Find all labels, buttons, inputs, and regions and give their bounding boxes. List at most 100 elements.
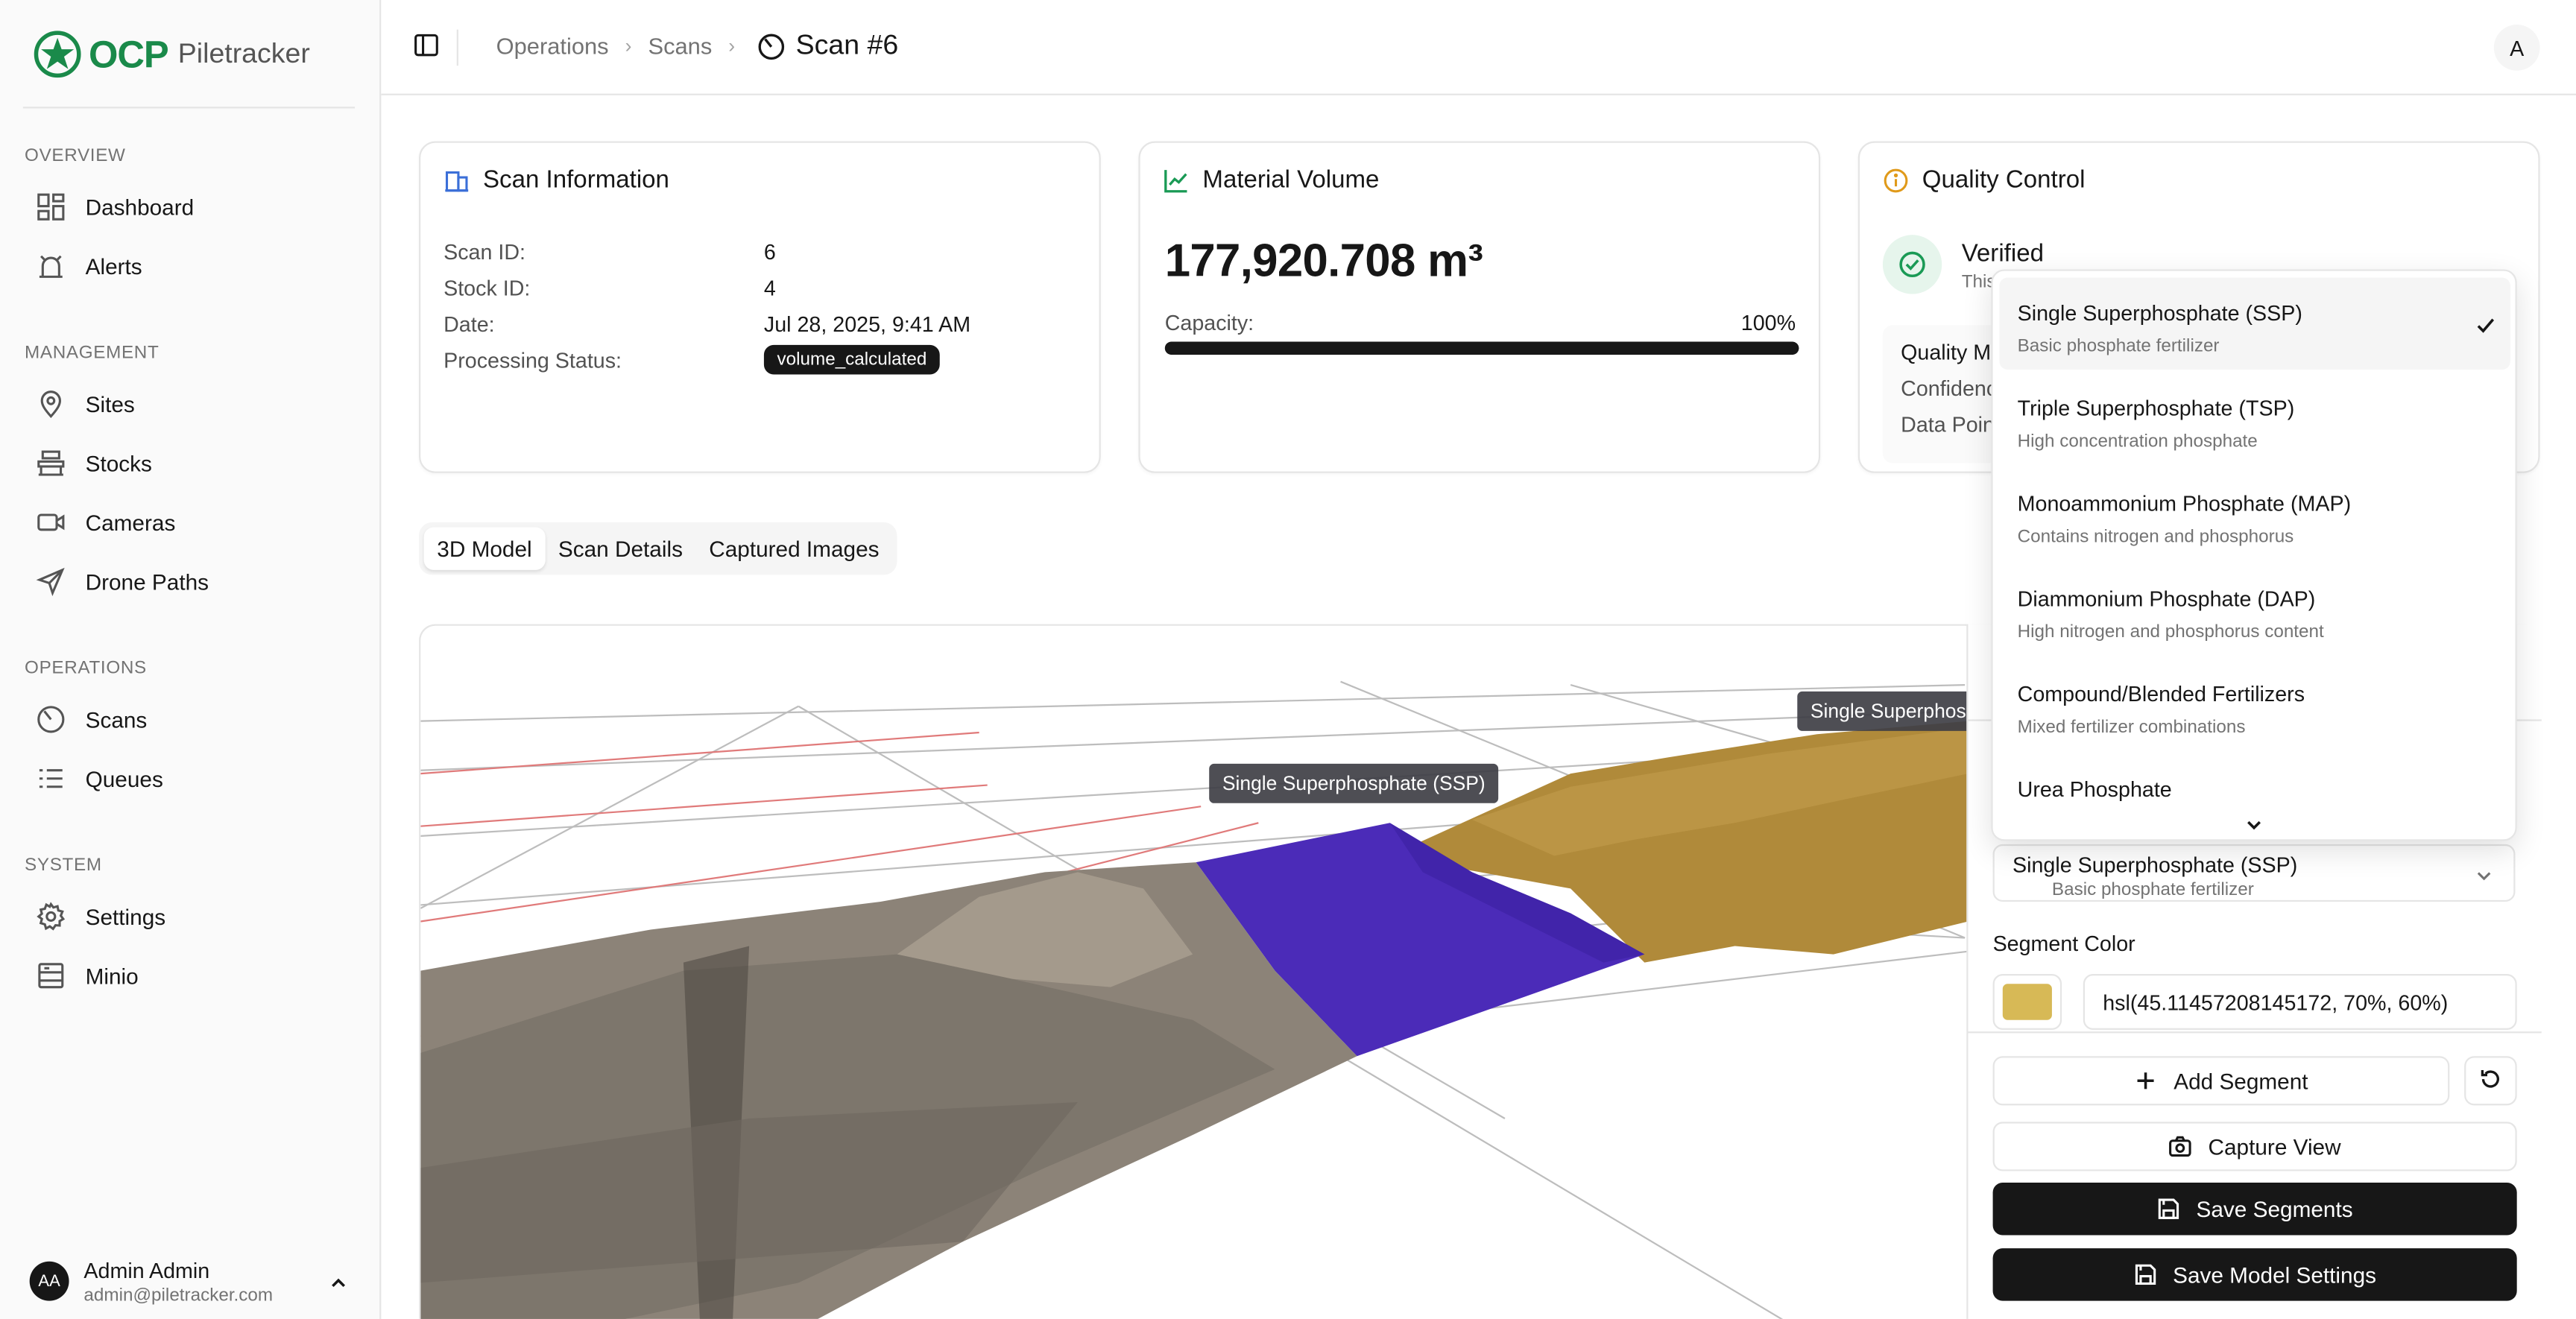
capacity-value: 100% [1740, 310, 1796, 335]
section-operations: OPERATIONS [25, 658, 147, 679]
color-swatch[interactable] [1992, 974, 2062, 1030]
add-segment-label: Add Segment [2174, 1068, 2308, 1093]
dropdown-option-dap[interactable]: Diammonium Phosphate (DAP) High nitrogen… [1999, 563, 2510, 655]
sidebar: OCP Piletracker OVERVIEW Dashboard Alert… [0, 0, 382, 1319]
segment-label-ssp: Single Superphosphate (SSP) [1209, 763, 1499, 803]
capacity-progress [1164, 341, 1799, 355]
tab-captured-images[interactable]: Captured Images [696, 528, 893, 570]
confidence-label: Confidenc [1901, 376, 1998, 401]
card-title: Scan Information [443, 166, 669, 194]
date-value: Jul 28, 2025, 9:41 AM [763, 311, 971, 337]
processing-status-label: Processing Status: [443, 348, 622, 373]
user-email: admin@piletracker.com [83, 1285, 274, 1306]
camera-icon [2169, 1135, 2192, 1158]
verified-status: Verified [1961, 239, 2045, 268]
scan-id-value: 6 [763, 239, 776, 265]
material-select-value: Single Superphosphate (SSP) [2012, 852, 2298, 877]
chevron-right-icon: › [728, 34, 736, 58]
segment-label-ssp-2: Single Superphosp [1797, 691, 1991, 731]
section-overview: OVERVIEW [25, 146, 126, 166]
sidebar-item-sites[interactable]: Sites [23, 378, 359, 431]
color-swatch-fill [2002, 984, 2052, 1020]
capture-view-button[interactable]: Capture View [1992, 1122, 2517, 1171]
top-header: Operations › Scans › Scan #6 A [381, 0, 2576, 95]
quality-metrics-title: Quality M [1901, 340, 1992, 365]
sidebar-item-label: Minio [85, 963, 139, 988]
avatar[interactable]: A [2493, 25, 2540, 71]
sidebar-item-scans[interactable]: Scans [23, 693, 359, 746]
sidebar-item-label: Cameras [85, 510, 176, 535]
section-management: MANAGEMENT [25, 343, 160, 364]
gear-icon [36, 902, 66, 931]
sidebar-item-alerts[interactable]: Alerts [23, 240, 359, 293]
date-label: Date: [443, 311, 495, 337]
alarm-icon [36, 251, 66, 281]
user-menu[interactable]: AA Admin Admin admin@piletracker.com [23, 1252, 359, 1311]
save-icon [2133, 1263, 2156, 1286]
sidebar-item-dashboard[interactable]: Dashboard [23, 180, 359, 233]
storage-icon [36, 961, 66, 990]
stock-id-label: Stock ID: [443, 276, 531, 301]
user-name: Admin Admin [83, 1257, 210, 1282]
header-divider [456, 29, 458, 66]
sidebar-divider [22, 107, 356, 109]
card-title: Material Volume [1164, 165, 1380, 194]
verified-icon [1882, 235, 1942, 294]
option-title: Monoammonium Phosphate (MAP) [2017, 491, 2352, 516]
sidebar-item-label: Sites [85, 391, 135, 417]
sidebar-item-label: Queues [85, 766, 163, 791]
sidebar-item-label: Settings [85, 904, 166, 929]
chevron-right-icon: › [625, 34, 632, 58]
sidebar-item-drone-paths[interactable]: Drone Paths [23, 555, 359, 608]
sidebar-item-stocks[interactable]: Stocks [23, 437, 359, 490]
chevron-down-icon[interactable] [2244, 813, 2264, 839]
dropdown-option-tsp[interactable]: Triple Superphosphate (TSP) High concent… [1999, 373, 2510, 464]
sidebar-item-cameras[interactable]: Cameras [23, 496, 359, 549]
tab-scan-details[interactable]: Scan Details [545, 528, 695, 570]
dropdown-option-map[interactable]: Monoammonium Phosphate (MAP) Contains ni… [1999, 468, 2510, 560]
segment-color-label: Segment Color [1992, 931, 2135, 956]
sidebar-item-label: Alerts [85, 253, 142, 279]
material-select[interactable]: Single Superphosphate (SSP) Basic phosph… [1992, 844, 2516, 902]
scan-icon [36, 705, 66, 735]
chevron-up-icon [329, 1271, 348, 1301]
tab-3d-model[interactable]: 3D Model [423, 527, 546, 570]
user-info: Admin Admin admin@piletracker.com [83, 1257, 273, 1305]
volume-title: Material Volume [1202, 165, 1380, 194]
material-select-subtitle: Basic phosphate fertilizer [2051, 880, 2254, 900]
material-volume-card: Material Volume 177,920.708 m³ Capacity:… [1138, 141, 1821, 473]
avatar: AA [29, 1261, 69, 1301]
logo-product: Piletracker [177, 37, 310, 69]
segment-color-input[interactable]: hsl(45.11457208145172, 70%, 60%) [2083, 974, 2517, 1030]
add-segment-button[interactable]: Add Segment [1992, 1056, 2450, 1106]
page-title: Scan #6 [795, 29, 899, 61]
line-chart-icon [1164, 167, 1190, 193]
material-dropdown: Single Superphosphate (SSP) Basic phosph… [1991, 269, 2517, 841]
dropdown-option-compound[interactable]: Compound/Blended Fertilizers Mixed ferti… [1999, 659, 2510, 750]
save-model-settings-button[interactable]: Save Model Settings [1992, 1248, 2517, 1301]
option-subtitle: Contains nitrogen and phosphorus [2017, 527, 2294, 547]
reset-button[interactable] [2464, 1056, 2517, 1106]
breadcrumb-operations[interactable]: Operations [496, 33, 609, 59]
view-tabs: 3D Model Scan Details Captured Images [419, 522, 897, 575]
sidebar-item-label: Dashboard [85, 194, 195, 220]
chevron-down-icon [2474, 864, 2493, 893]
logo[interactable]: OCP Piletracker [33, 30, 310, 79]
scan-info-card: Scan Information Scan ID: 6 Stock ID: 4 … [419, 141, 1101, 473]
warehouse-icon [36, 449, 66, 478]
option-subtitle: High concentration phosphate [2017, 431, 2258, 452]
breadcrumb-scans[interactable]: Scans [648, 33, 712, 59]
scan-info-title: Scan Information [483, 165, 669, 194]
capture-view-label: Capture View [2208, 1133, 2341, 1159]
save-segments-button[interactable]: Save Segments [1992, 1182, 2517, 1236]
sidebar-item-settings[interactable]: Settings [23, 891, 359, 943]
info-icon [1883, 167, 1909, 193]
option-subtitle: Mixed fertilizer combinations [2017, 718, 2246, 738]
sidebar-toggle-icon[interactable] [414, 33, 438, 66]
plane-icon [36, 566, 66, 597]
map-pin-icon [36, 389, 66, 419]
sidebar-item-queues[interactable]: Queues [23, 752, 359, 805]
dropdown-option-ssp[interactable]: Single Superphosphate (SSP) Basic phosph… [1999, 277, 2510, 370]
sidebar-item-minio[interactable]: Minio [23, 949, 359, 1002]
logo-brand: OCP [89, 31, 169, 75]
